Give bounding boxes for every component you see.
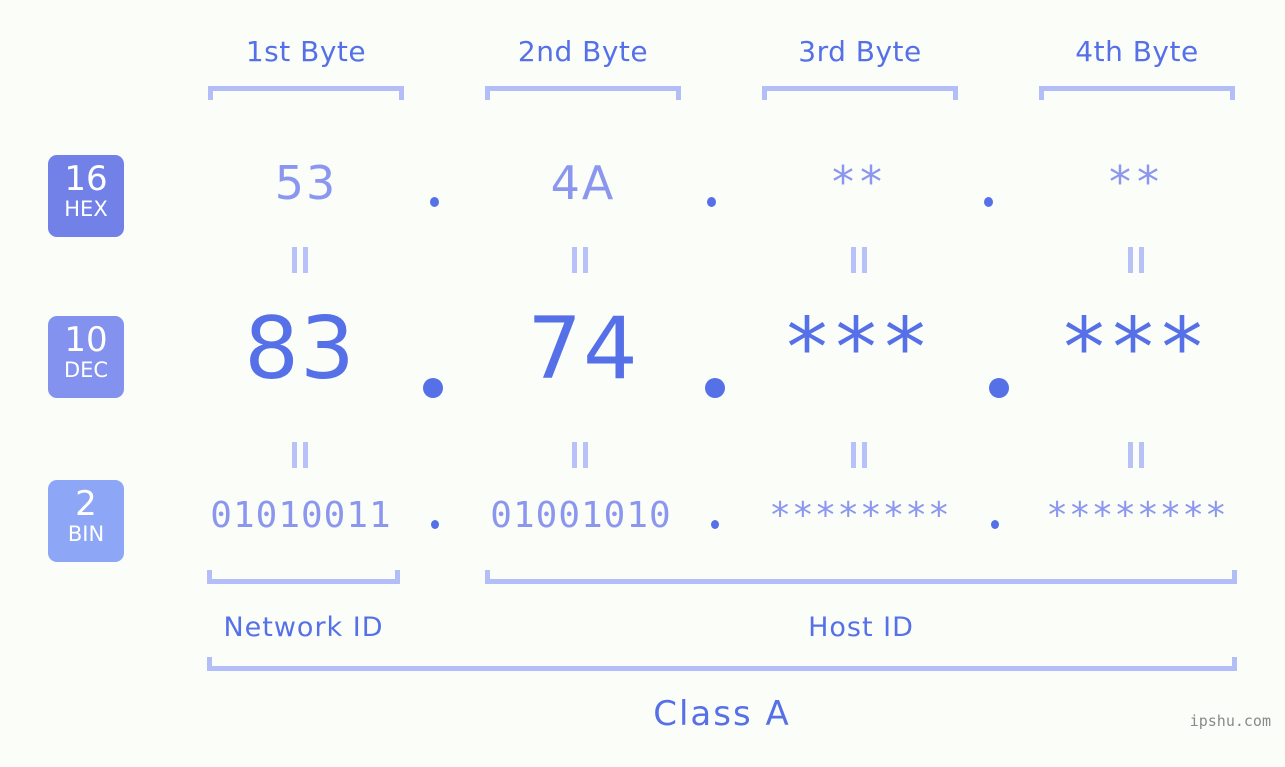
bin-separator-dot-1 xyxy=(431,520,439,529)
bin-byte-1-value: 01010011 xyxy=(210,495,392,536)
hex-byte-4-value: ** xyxy=(1109,157,1165,208)
base-badge-dec-number: 10 xyxy=(64,320,108,360)
equals-mark-hex-dec-2 xyxy=(572,247,589,273)
byte-bracket-top-4 xyxy=(1039,86,1235,100)
dec-byte-2-value: 74 xyxy=(527,299,639,399)
byte-header-1: 1st Byte xyxy=(245,35,367,68)
host-id-bracket xyxy=(485,570,1237,584)
base-badge-hex-abbr: HEX xyxy=(64,197,108,221)
base-badge-bin-number: 2 xyxy=(75,484,97,524)
dec-separator-dot-1 xyxy=(423,378,443,398)
bin-byte-3-value: ******** xyxy=(769,495,951,536)
equals-mark-dec-bin-2 xyxy=(572,442,589,468)
bin-byte-2-value: 01001010 xyxy=(490,495,672,536)
base-badge-bin-abbr: BIN xyxy=(67,522,105,546)
hex-byte-2-value: 4A xyxy=(550,156,616,210)
hex-byte-3-value: ** xyxy=(832,157,888,208)
equals-mark-hex-dec-3 xyxy=(851,247,868,273)
equals-mark-hex-dec-1 xyxy=(292,247,309,273)
hex-separator-dot-2 xyxy=(707,197,716,207)
equals-mark-dec-bin-4 xyxy=(1128,442,1145,468)
base-badge-bin: 2 BIN xyxy=(48,480,124,562)
byte-bracket-top-3 xyxy=(762,86,958,100)
equals-mark-hex-dec-4 xyxy=(1128,247,1145,273)
base-badge-dec: 10 DEC xyxy=(48,316,124,398)
byte-header-4: 4th Byte xyxy=(1075,35,1199,68)
base-badge-dec-abbr: DEC xyxy=(63,358,109,382)
hex-byte-1-value: 53 xyxy=(274,156,338,210)
hex-separator-dot-1 xyxy=(430,197,439,207)
watermark: ipshu.com xyxy=(1189,712,1271,730)
base-badge-hex-number: 16 xyxy=(64,159,108,199)
class-label: Class A xyxy=(653,694,791,734)
equals-mark-dec-bin-3 xyxy=(851,442,868,468)
equals-mark-dec-bin-1 xyxy=(292,442,309,468)
byte-bracket-top-1 xyxy=(208,86,404,100)
dec-byte-4-value: *** xyxy=(1063,301,1211,396)
network-id-bracket xyxy=(207,570,400,584)
dec-separator-dot-2 xyxy=(705,378,725,398)
network-id-label: Network ID xyxy=(223,612,384,643)
class-bracket xyxy=(207,657,1237,671)
dec-separator-dot-3 xyxy=(989,378,1009,398)
hex-separator-dot-3 xyxy=(984,197,993,207)
byte-header-3: 3rd Byte xyxy=(798,35,922,68)
host-id-label: Host ID xyxy=(808,612,914,643)
base-badge-hex: 16 HEX xyxy=(48,155,124,237)
byte-bracket-top-2 xyxy=(485,86,681,100)
dec-byte-1-value: 83 xyxy=(244,299,356,399)
ip-byte-breakdown-diagram: 1st Byte 2nd Byte 3rd Byte 4th Byte 16 H… xyxy=(0,0,1285,767)
byte-header-2: 2nd Byte xyxy=(517,35,649,68)
dec-byte-3-value: *** xyxy=(786,301,934,396)
bin-separator-dot-3 xyxy=(991,520,999,529)
bin-byte-4-value: ******** xyxy=(1046,495,1228,536)
bin-separator-dot-2 xyxy=(711,520,719,529)
